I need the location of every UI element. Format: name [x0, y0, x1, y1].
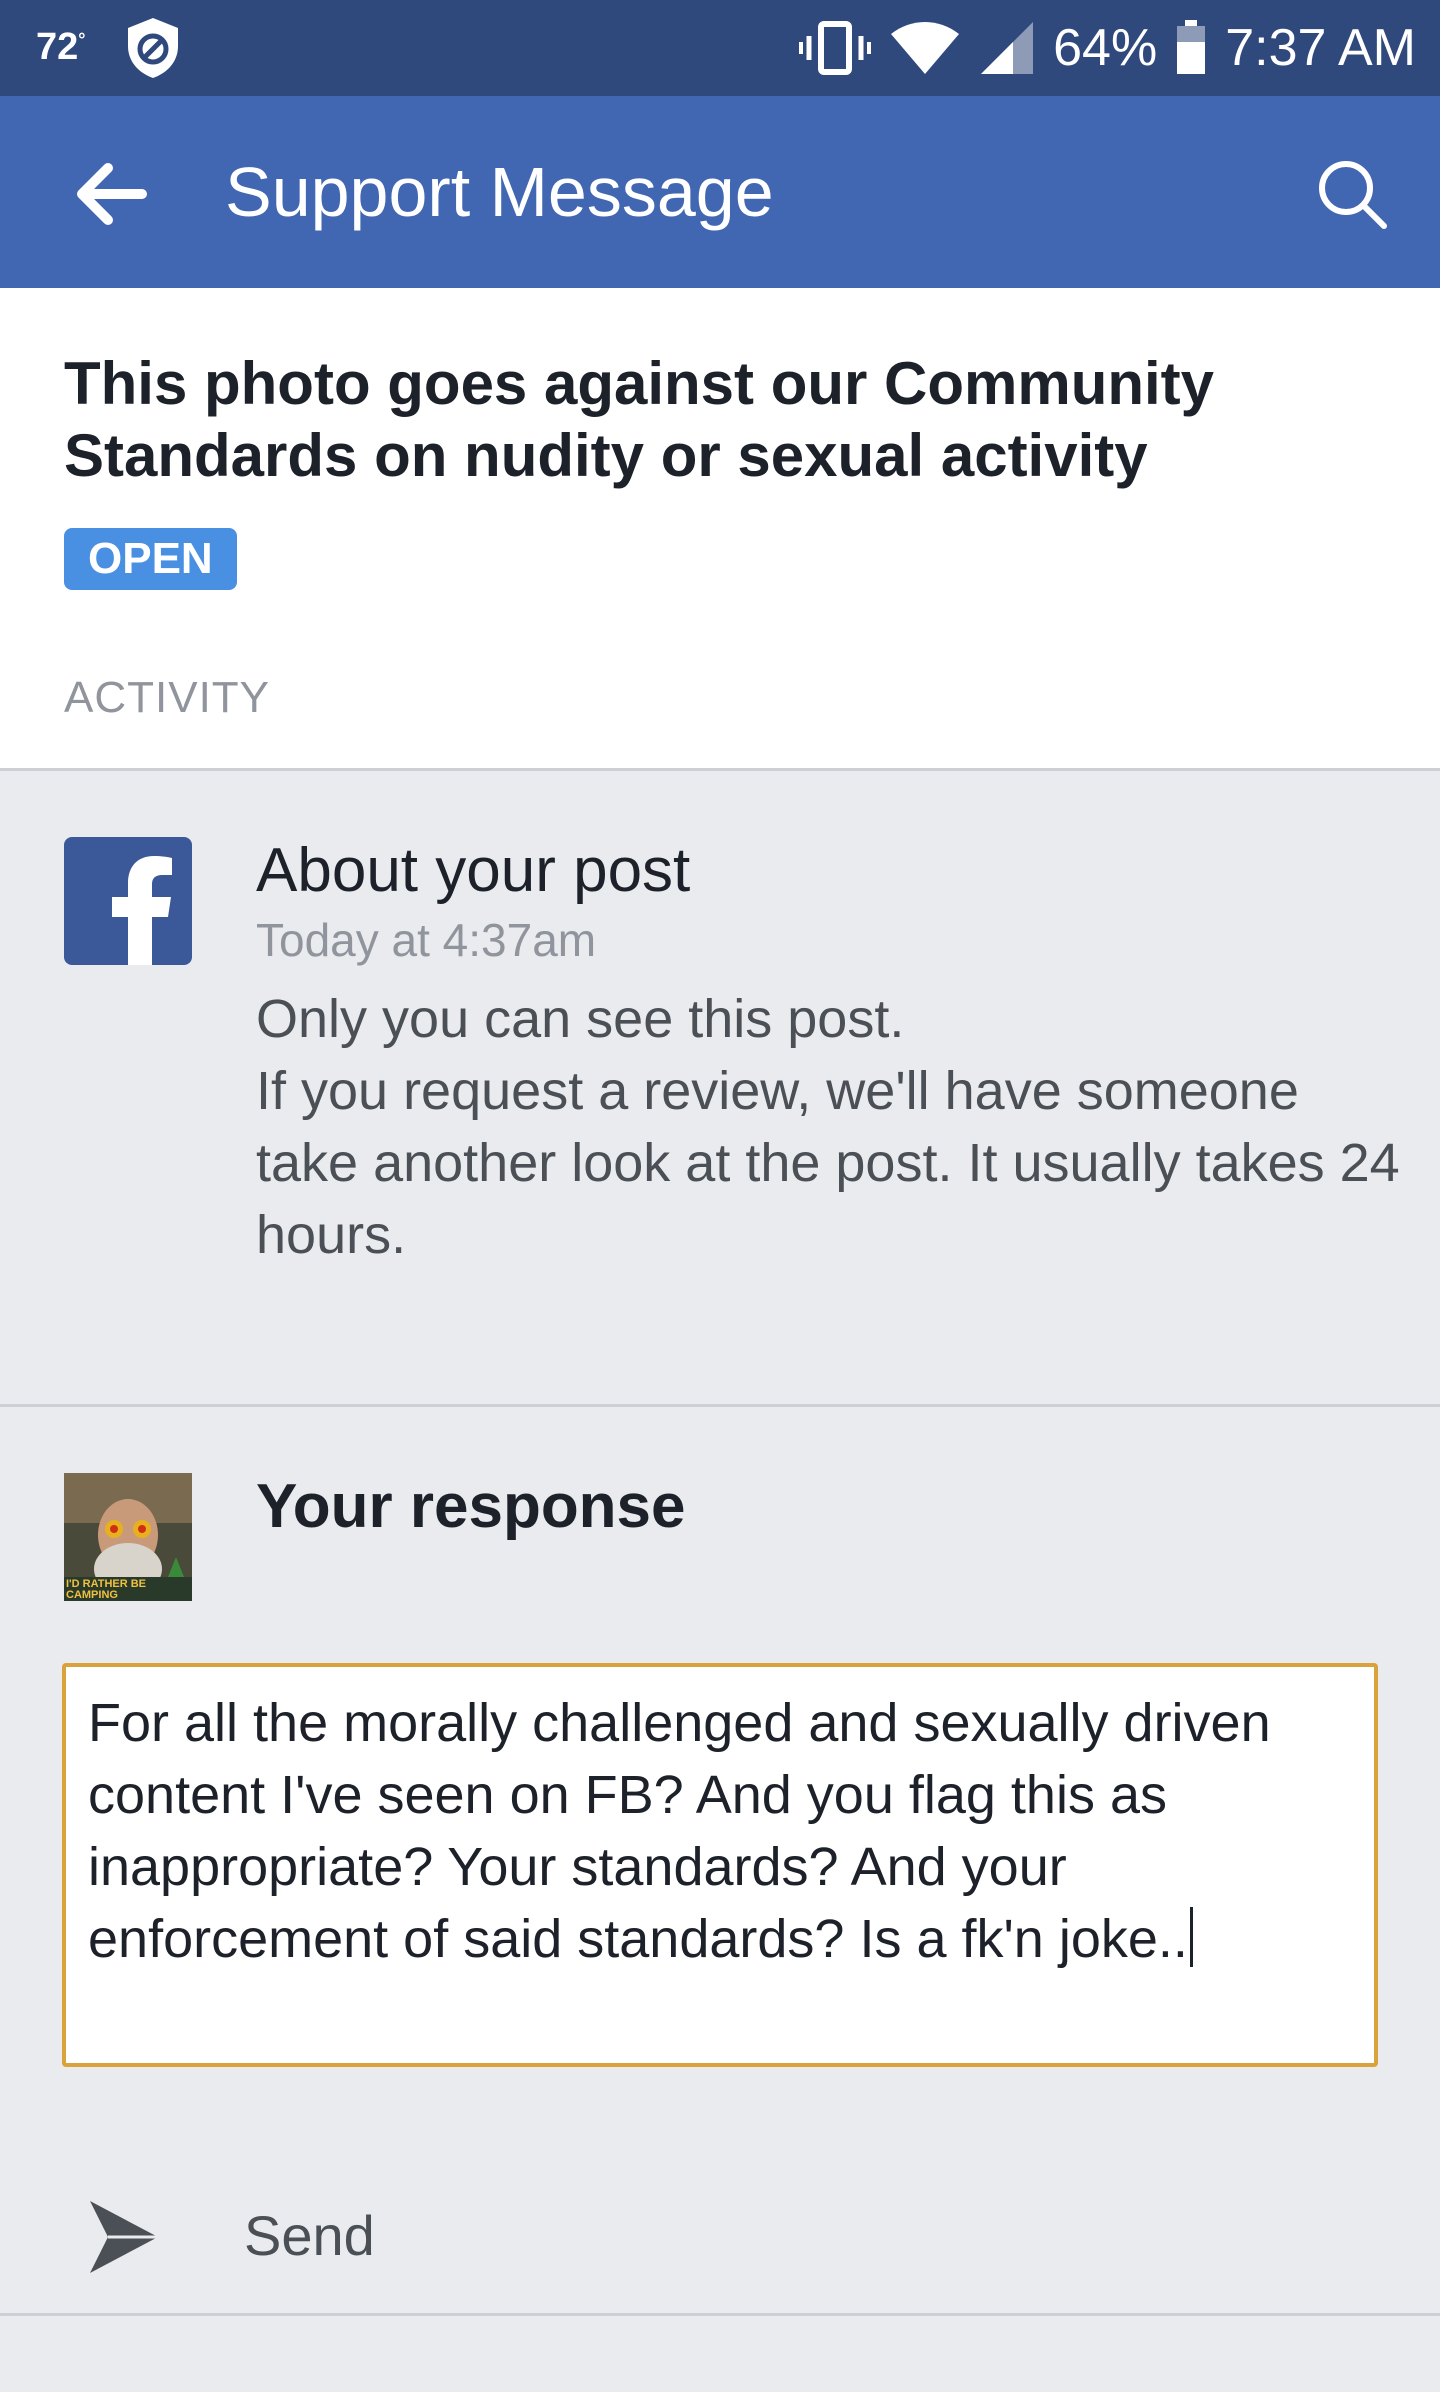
avatar[interactable]: I'D RATHER BE CAMPING [64, 1473, 192, 1601]
response-section: I'D RATHER BE CAMPING Your response For … [0, 1407, 1440, 2316]
wifi-icon [891, 22, 960, 74]
activity-section-label: ACTIVITY [64, 673, 271, 722]
status-badge: OPEN [64, 528, 237, 590]
message-body: Only you can see this post. If you reque… [256, 983, 1406, 1271]
avatar-caption: I'D RATHER BE CAMPING [66, 1578, 147, 1601]
response-text: For all the morally challenged and sexua… [88, 1693, 1271, 1969]
status-bar: 72° 64% 7:37 AM [0, 0, 1440, 96]
facebook-logo-icon [64, 837, 192, 965]
vibrate-icon [799, 21, 872, 75]
arrow-left-icon[interactable] [70, 154, 150, 234]
violation-headline: This photo goes against our Community St… [64, 350, 1215, 489]
clock: 7:37 AM [1225, 19, 1416, 77]
text-cursor [1189, 1907, 1193, 1967]
message-line: Only you can see this post. [256, 989, 905, 1049]
battery-percent: 64% [1053, 19, 1158, 77]
send-button[interactable]: Send [0, 2167, 1440, 2297]
cell-signal-icon [981, 22, 1034, 74]
message-timestamp: Today at 4:37am [256, 914, 597, 966]
response-title: Your response [256, 1472, 686, 1541]
send-icon [90, 2201, 158, 2273]
battery-icon [1177, 20, 1206, 74]
message-title: About your post [256, 836, 691, 905]
app-bar: Support Message [0, 96, 1440, 288]
send-label: Send [244, 2204, 375, 2267]
page-title: Support Message [225, 153, 774, 231]
message-line: If you request a review, we'll have some… [256, 1061, 1400, 1265]
response-input[interactable]: For all the morally challenged and sexua… [62, 1663, 1378, 2067]
search-icon[interactable] [1312, 154, 1392, 234]
support-message: About your post Today at 4:37am Only you… [0, 771, 1440, 1407]
support-header: This photo goes against our Community St… [0, 288, 1440, 771]
temperature: 72° [36, 26, 86, 68]
shield-icon [128, 18, 178, 78]
